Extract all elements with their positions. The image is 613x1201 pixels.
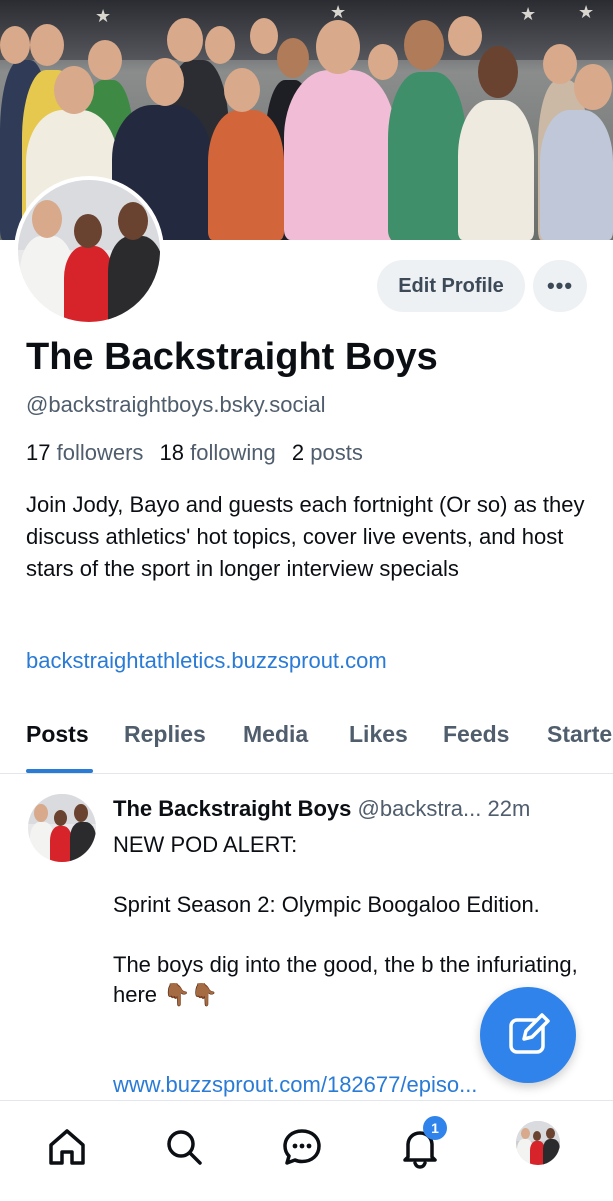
banner-face [224,68,260,112]
nav-profile-avatar[interactable] [516,1121,560,1165]
profile-avatar[interactable] [14,176,164,326]
tab-media[interactable]: Media [243,721,308,748]
banner-face [543,44,577,84]
post-avatar-person [50,826,72,862]
banner-face [167,18,203,62]
tab-likes[interactable]: Likes [349,721,408,748]
nav-home-button[interactable] [41,1121,93,1173]
profile-website-link[interactable]: backstraightathletics.buzzsprout.com [26,648,387,674]
banner-face [205,26,235,64]
banner-face [316,20,360,74]
search-icon [167,1130,202,1165]
banner-face [54,66,94,114]
banner-face [574,64,612,110]
compose-button[interactable] [480,987,576,1083]
post-text-line: Sprint Season 2: Olympic Boogaloo Editio… [113,892,540,917]
nav-avatar-face [546,1128,555,1139]
banner-face [368,44,398,80]
posts-count: 2 [291,440,305,465]
post-text-line: NEW POD ALERT: [113,832,298,857]
banner-face [146,58,184,106]
banner-person [284,70,396,240]
profile-bio: Join Jody, Bayo and guests each fortnigh… [26,492,585,581]
star-decoration-icon: ★ [95,6,112,26]
nav-avatar-face [521,1128,530,1139]
posts-label: posts [310,440,363,465]
following-count: 18 [159,440,185,465]
avatar-face [118,202,148,240]
followers-count: 17 [26,440,51,465]
banner-person [540,110,613,240]
post-author-name[interactable]: The Backstraight Boys [113,796,351,821]
post-author-avatar[interactable] [28,794,96,862]
avatar-face [32,200,62,238]
home-icon [49,1129,85,1165]
banner-face [277,38,309,78]
avatar-person [108,236,160,322]
nav-avatar-face [533,1131,541,1141]
avatar-face [74,214,102,248]
edit-profile-button[interactable]: Edit Profile [377,260,525,312]
tab-posts[interactable]: Posts [26,721,89,748]
profile-stats: 17 followers 18 following 2 posts [26,440,373,466]
banner-face [404,20,444,70]
tab-feeds[interactable]: Feeds [443,721,509,748]
banner-face [88,40,122,80]
active-tab-indicator [26,769,93,773]
post-avatar-face [54,810,67,826]
nav-avatar-person [543,1139,560,1165]
tab-replies[interactable]: Replies [124,721,206,748]
profile-display-name: The Backstraight Boys [26,336,438,378]
following-stat[interactable]: 18 following [160,440,276,465]
post-avatar-person [70,822,96,862]
banner-face [30,24,64,66]
banner-person [458,100,534,240]
chat-icon [283,1129,321,1165]
banner-face [250,18,278,54]
more-options-button[interactable]: ••• [533,260,587,312]
star-decoration-icon: ★ [520,4,537,24]
profile-tabs: Posts Replies Media Likes Feeds Starte [0,715,613,774]
post-author-handle[interactable]: @backstra... [358,796,482,821]
compose-icon [509,1013,550,1054]
banner-face [478,46,518,98]
nav-chat-button[interactable] [276,1121,328,1173]
post-link[interactable]: www.buzzsprout.com/182677/episo... [113,1072,477,1098]
post-avatar-face [74,804,88,822]
tab-starter-packs[interactable]: Starte [547,721,612,748]
post-header: The Backstraight Boys @backstra... 22m [113,796,593,822]
banner-face [0,26,30,64]
profile-handle: @backstraightboys.bsky.social [26,392,326,417]
followers-label: followers [56,440,144,465]
notification-badge: 1 [423,1116,447,1140]
posts-stat: 2 posts [292,440,363,465]
banner-person [388,72,466,240]
nav-search-button[interactable] [158,1121,210,1173]
banner-face [448,16,482,56]
followers-stat[interactable]: 17 followers [26,440,143,465]
following-label: following [190,440,276,465]
banner-person [208,110,284,240]
post-timestamp[interactable]: 22m [487,796,530,821]
star-decoration-icon: ★ [578,2,595,22]
avatar-person [64,246,114,322]
post-avatar-face [34,804,48,822]
